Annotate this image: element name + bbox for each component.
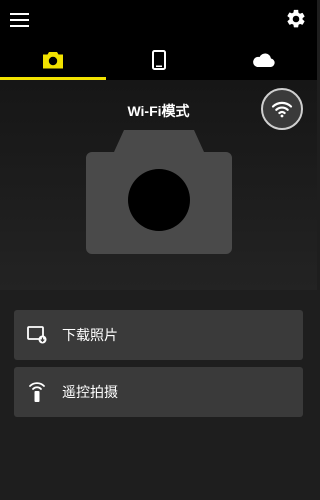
camera-icon bbox=[42, 52, 63, 69]
download-photos-label: 下载照片 bbox=[62, 327, 118, 343]
remote-shooting-label: 遥控拍摄 bbox=[62, 384, 118, 400]
remote-control-icon bbox=[26, 381, 48, 403]
tab-bar bbox=[0, 40, 317, 80]
hamburger-menu-icon[interactable] bbox=[10, 10, 30, 30]
wifi-icon bbox=[271, 101, 293, 118]
tab-camera[interactable] bbox=[0, 40, 106, 80]
download-photos-button[interactable]: 下载照片 bbox=[14, 310, 303, 360]
smartphone-icon bbox=[151, 50, 166, 70]
tab-cloud[interactable] bbox=[211, 40, 317, 80]
wifi-button[interactable] bbox=[261, 88, 303, 130]
camera-graphic bbox=[86, 130, 232, 254]
gear-icon[interactable] bbox=[285, 8, 307, 30]
remote-shooting-button[interactable]: 遥控拍摄 bbox=[14, 367, 303, 417]
top-bar bbox=[0, 0, 317, 40]
tab-smartphone[interactable] bbox=[106, 40, 212, 80]
image-download-icon bbox=[26, 324, 48, 346]
cloud-icon bbox=[253, 53, 275, 67]
